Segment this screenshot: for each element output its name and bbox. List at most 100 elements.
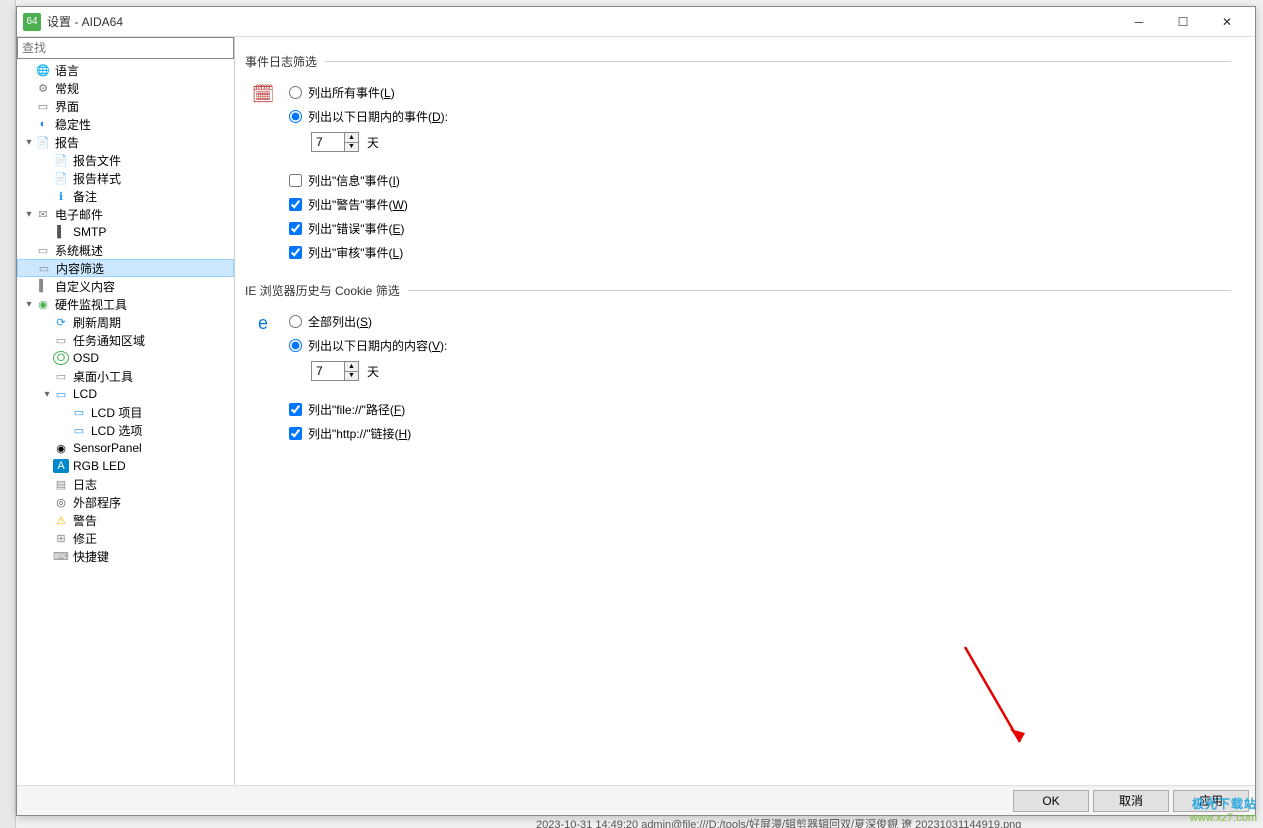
check-info-events[interactable]: 列出"信息"事件(I): [289, 168, 1231, 192]
tree-icon: ▭: [53, 369, 69, 383]
tree-item-刷新周期[interactable]: ⟳刷新周期: [17, 313, 234, 331]
radio-list-days-ie-input[interactable]: [289, 339, 302, 352]
tree-icon: 🌐: [35, 63, 51, 77]
check-http-input[interactable]: [289, 427, 302, 440]
radio-list-all-events[interactable]: 列出所有事件(L): [289, 80, 1231, 104]
search-box[interactable]: [17, 37, 234, 59]
tree-icon: ⟳: [53, 315, 69, 329]
collapse-icon[interactable]: ▾: [23, 137, 35, 148]
minimize-button[interactable]: ─: [1117, 8, 1161, 36]
days-unit-label: 天: [367, 363, 379, 380]
titlebar: 64 设置 - AIDA64 ─ ☐ ✕: [17, 7, 1255, 37]
tree-item-外部程序[interactable]: ◎外部程序: [17, 493, 234, 511]
cancel-button[interactable]: 取消: [1093, 790, 1169, 812]
ie-days-input[interactable]: [311, 361, 345, 381]
calendar-clock-icon: 🗓: [249, 80, 277, 108]
radio-list-days-ie[interactable]: 列出以下日期内的内容(V):: [289, 333, 1231, 357]
tree-item-桌面小工具[interactable]: ▭桌面小工具: [17, 367, 234, 385]
tree-icon: ▌: [35, 279, 51, 293]
tree-icon: ▭: [53, 387, 69, 401]
days-unit-label: 天: [367, 134, 379, 151]
tree-item-报告样式[interactable]: 📄报告样式: [17, 169, 234, 187]
close-button[interactable]: ✕: [1205, 8, 1249, 36]
content-panel: 事件日志筛选 🗓 列出所有事件(L) 列出以下日期内的事件(D):: [235, 37, 1255, 785]
tree-item-LCD 选项[interactable]: ▭LCD 选项: [17, 421, 234, 439]
tree-item-稳定性[interactable]: ◐稳定性: [17, 115, 234, 133]
tree-item-语言[interactable]: 🌐 语言: [17, 61, 234, 79]
check-http-links[interactable]: 列出"http://"链接(H): [289, 421, 1231, 445]
check-info-input[interactable]: [289, 174, 302, 187]
tree-label: 界面: [55, 98, 79, 115]
tree-icon: ⚠: [53, 513, 69, 527]
ok-button[interactable]: OK: [1013, 790, 1089, 812]
tree-item-常规[interactable]: ⚙常规: [17, 79, 234, 97]
tree-item-电子邮件[interactable]: ▾✉ 电子邮件: [17, 205, 234, 223]
tree-icon: ✉: [35, 207, 51, 221]
tree-icon: ▭: [36, 261, 52, 275]
tree-item-LCD[interactable]: ▾▭LCD: [17, 385, 234, 403]
app-icon: 64: [23, 13, 41, 31]
tree-icon: ▭: [35, 99, 51, 113]
tree-item-日志[interactable]: ▤日志: [17, 475, 234, 493]
check-file-paths[interactable]: 列出"file://"路径(F): [289, 397, 1231, 421]
tree-icon: ℹ: [53, 189, 69, 203]
spin-up-icon[interactable]: ▲: [345, 362, 358, 372]
tree-item-任务通知区域[interactable]: ▭任务通知区域: [17, 331, 234, 349]
check-audit-input[interactable]: [289, 246, 302, 259]
tree-icon: ⌨: [53, 549, 69, 563]
ie-days-spinner[interactable]: ▲▼: [311, 361, 359, 381]
check-error-events[interactable]: 列出"错误"事件(E): [289, 216, 1231, 240]
tree-item-系统概述[interactable]: ▭系统概述: [17, 241, 234, 259]
tree-item-快捷键[interactable]: ⌨ 快捷键: [17, 547, 234, 565]
tree-item-备注[interactable]: ℹ备注: [17, 187, 234, 205]
tree-icon: 📄: [35, 135, 51, 149]
tree-label: LCD 选项: [91, 422, 142, 439]
tree-icon: A: [53, 459, 69, 473]
tree-item-SMTP[interactable]: ▌SMTP: [17, 223, 234, 241]
tree-item-OSD[interactable]: OOSD: [17, 349, 234, 367]
radio-list-all-events-input[interactable]: [289, 86, 302, 99]
radio-list-days-events[interactable]: 列出以下日期内的事件(D):: [289, 104, 1231, 128]
group-title-ie: IE 浏览器历史与 Cookie 筛选: [245, 282, 400, 299]
check-error-input[interactable]: [289, 222, 302, 235]
tree-label: OSD: [73, 351, 99, 365]
tree-item-修正[interactable]: ⊞修正: [17, 529, 234, 547]
tree-item-报告[interactable]: ▾📄报告: [17, 133, 234, 151]
window-title: 设置 - AIDA64: [47, 13, 123, 30]
spin-up-icon[interactable]: ▲: [345, 133, 358, 143]
tree-item-自定义内容[interactable]: ▌自定义内容: [17, 277, 234, 295]
tree-item-RGB LED[interactable]: ARGB LED: [17, 457, 234, 475]
tree-item-内容筛选[interactable]: ▭内容筛选: [17, 259, 234, 277]
event-days-input[interactable]: [311, 132, 345, 152]
spin-down-icon[interactable]: ▼: [345, 372, 358, 381]
group-title-eventlog: 事件日志筛选: [245, 53, 317, 70]
tree-item-报告文件[interactable]: 📄报告文件: [17, 151, 234, 169]
check-warning-input[interactable]: [289, 198, 302, 211]
collapse-icon[interactable]: ▾: [23, 209, 35, 220]
collapse-icon[interactable]: ▾: [41, 389, 53, 400]
tree-item-界面[interactable]: ▭ 界面: [17, 97, 234, 115]
tree-item-LCD 项目[interactable]: ▭LCD 项目: [17, 403, 234, 421]
apply-button[interactable]: 应用: [1173, 790, 1249, 812]
check-audit-events[interactable]: 列出"审核"事件(L): [289, 240, 1231, 264]
tree-label: 警告: [73, 512, 97, 529]
collapse-icon[interactable]: ▾: [23, 299, 35, 310]
tree-item-硬件监视工具[interactable]: ▾◉硬件监视工具: [17, 295, 234, 313]
tree-item-SensorPanel[interactable]: ◉SensorPanel: [17, 439, 234, 457]
tree-label: 电子邮件: [55, 206, 103, 223]
check-warning-events[interactable]: 列出"警告"事件(W): [289, 192, 1231, 216]
search-input[interactable]: [22, 41, 229, 55]
tree-label: SensorPanel: [73, 441, 142, 455]
check-file-input[interactable]: [289, 403, 302, 416]
tree-label: SMTP: [73, 225, 106, 239]
tree-item-警告[interactable]: ⚠ 警告: [17, 511, 234, 529]
radio-list-days-events-input[interactable]: [289, 110, 302, 123]
maximize-button[interactable]: ☐: [1161, 8, 1205, 36]
radio-list-all-ie-input[interactable]: [289, 315, 302, 328]
event-days-spinner[interactable]: ▲▼: [311, 132, 359, 152]
tree-label: 快捷键: [73, 548, 109, 565]
tree-label: 语言: [55, 62, 79, 79]
spin-down-icon[interactable]: ▼: [345, 143, 358, 152]
radio-list-all-ie[interactable]: 全部列出(S): [289, 309, 1231, 333]
tree-label: 常规: [55, 80, 79, 97]
